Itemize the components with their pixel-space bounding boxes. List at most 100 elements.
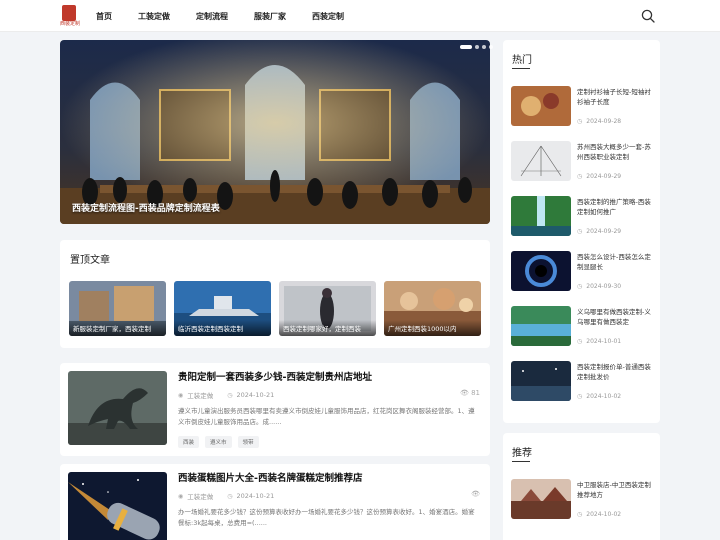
post-excerpt-2: 办一场婚礼要花多少钱？这份预算表收好办一场婚礼要花多少钱？这份预算表收好。1、婚… bbox=[178, 508, 475, 527]
clock-icon: ◷ bbox=[577, 228, 583, 235]
clock-icon: ◷ bbox=[577, 393, 583, 400]
featured-item-3[interactable]: 西装定制哪家好，定制西装 bbox=[279, 281, 376, 336]
hot-item-title-2: 苏州西装大概多少一套-苏州西装职业装定制 bbox=[577, 143, 651, 161]
post-date-1: 2024-10-21 bbox=[236, 391, 275, 399]
featured-title: 置顶文章 bbox=[70, 255, 110, 266]
post-views-count-1: 81 bbox=[471, 389, 480, 397]
hot-date-text-2: 2024-09-29 bbox=[586, 173, 622, 180]
rec-item-date-1: ◷ 2024-10-02 bbox=[577, 511, 621, 518]
post-tag[interactable]: 遵义市 bbox=[205, 436, 232, 448]
post-tags-1: 西装 遵义市 领带 bbox=[178, 436, 265, 448]
rec-date-text-1: 2024-10-02 bbox=[586, 511, 622, 518]
hero-banner[interactable]: 西装定制流程图-西装品牌定制流程表 bbox=[60, 40, 490, 224]
post-title-1[interactable]: 贵阳定制一套西装多少钱-西装定制贵州店地址 bbox=[178, 369, 372, 383]
hot-image-6 bbox=[511, 361, 571, 401]
hero-dot-2[interactable] bbox=[475, 45, 479, 49]
featured-label-3: 西装定制哪家好，定制西装 bbox=[279, 320, 376, 336]
hot-item-1[interactable]: 定制衬衫袖子长短-短袖衬衫袖子长度 ◷ 2024-09-28 bbox=[511, 86, 656, 128]
featured-item-2[interactable]: 临沂西装定制西装定制 bbox=[174, 281, 271, 336]
hot-item-date-5: ◷ 2024-10-01 bbox=[577, 338, 621, 345]
hot-item-title-1: 定制衬衫袖子长短-短袖衬衫袖子长度 bbox=[577, 88, 651, 106]
nav-workwear[interactable]: 工装定做 bbox=[138, 11, 170, 22]
nav-factory[interactable]: 服装厂家 bbox=[254, 11, 286, 22]
featured-item-1[interactable]: 新服装定制厂家，西装定制 bbox=[69, 281, 166, 336]
sidebar-recommended: 推荐 中卫服装店-中卫西装定制推荐地方 ◷ 2024-10-02 bbox=[503, 433, 660, 540]
rec-item-1[interactable]: 中卫服装店-中卫西装定制推荐地方 ◷ 2024-10-02 bbox=[511, 479, 656, 521]
hero-dot-4[interactable] bbox=[489, 45, 493, 49]
hot-item-date-3: ◷ 2024-09-29 bbox=[577, 228, 621, 235]
hot-item-2[interactable]: 苏州西装大概多少一套-苏州西装职业装定制 ◷ 2024-09-29 bbox=[511, 141, 656, 183]
rec-title: 推荐 bbox=[512, 448, 532, 459]
featured-label-2: 临沂西装定制西装定制 bbox=[174, 320, 271, 336]
hot-item-title-3: 西装定制的推广策略-西装定制如何推广 bbox=[577, 198, 651, 216]
hot-date-text-5: 2024-10-01 bbox=[586, 338, 622, 345]
clock-icon: ◷ bbox=[577, 283, 583, 290]
hot-item-date-1: ◷ 2024-09-28 bbox=[577, 118, 621, 125]
hot-image-1 bbox=[511, 86, 571, 126]
post-thumb-1[interactable] bbox=[68, 371, 167, 445]
clock-icon: ◷ bbox=[577, 511, 583, 518]
hot-item-title-5: 义乌哪里有做西装定制-义乌哪里有做西装定 bbox=[577, 308, 651, 326]
site-header: 西装定制 首页 工装定做 定制流程 服装厂家 西装定制 bbox=[0, 0, 720, 32]
hot-item-5[interactable]: 义乌哪里有做西装定制-义乌哪里有做西装定 ◷ 2024-10-01 bbox=[511, 306, 656, 348]
hot-item-4[interactable]: 西装怎么设计-西装怎么定制显腿长 ◷ 2024-09-30 bbox=[511, 251, 656, 293]
site-logo[interactable] bbox=[62, 5, 76, 21]
hot-date-text-1: 2024-09-28 bbox=[586, 118, 622, 125]
featured-item-4[interactable]: 广州定制西装1000以内 bbox=[384, 281, 481, 336]
hero-dot-3[interactable] bbox=[482, 45, 486, 49]
post-category-1[interactable]: 工装定做 bbox=[187, 390, 213, 400]
search-icon[interactable] bbox=[641, 9, 655, 23]
post-thumb-2[interactable] bbox=[68, 472, 167, 540]
post-views-2: 👁 bbox=[471, 490, 480, 498]
post-image-2 bbox=[68, 472, 167, 540]
post-date-2: 2024-10-21 bbox=[236, 492, 275, 500]
hot-item-date-6: ◷ 2024-10-02 bbox=[577, 393, 621, 400]
hot-image-4 bbox=[511, 251, 571, 291]
hero-caption[interactable]: 西装定制流程图-西装品牌定制流程表 bbox=[72, 201, 220, 214]
hot-image-3 bbox=[511, 196, 571, 236]
featured-section: 置顶文章 新服装定制厂家，西装定制 临沂西装定制西装定制 西装定制哪家好，定制西… bbox=[60, 240, 490, 348]
hot-image-5 bbox=[511, 306, 571, 346]
category-icon: ◉ bbox=[178, 391, 184, 399]
post-tag[interactable]: 西装 bbox=[178, 436, 200, 448]
hero-image bbox=[60, 40, 490, 224]
hot-item-title-4: 西装怎么设计-西装怎么定制显腿长 bbox=[577, 253, 651, 271]
hot-image-2 bbox=[511, 141, 571, 181]
hot-item-3[interactable]: 西装定制的推广策略-西装定制如何推广 ◷ 2024-09-29 bbox=[511, 196, 656, 238]
rec-title-underline bbox=[512, 461, 530, 462]
nav-suit[interactable]: 西装定制 bbox=[312, 11, 344, 22]
sidebar-hot: 热门 定制衬衫袖子长短-短袖衬衫袖子长度 ◷ 2024-09-28 苏州西装大概多… bbox=[503, 40, 660, 423]
rec-item-title-1: 中卫服装店-中卫西装定制推荐地方 bbox=[577, 481, 651, 499]
clock-icon: ◷ bbox=[577, 173, 583, 180]
main-nav: 首页 工装定做 定制流程 服装厂家 西装定制 bbox=[96, 0, 370, 32]
nav-process[interactable]: 定制流程 bbox=[196, 11, 228, 22]
hot-date-text-4: 2024-09-30 bbox=[586, 283, 622, 290]
category-icon: ◉ bbox=[178, 492, 184, 500]
post-title-2[interactable]: 西装蛋糕图片大全-西装名牌蛋糕定制推荐店 bbox=[178, 470, 362, 484]
post-card-1[interactable]: 贵阳定制一套西装多少钱-西装定制贵州店地址 ◉ 工装定做 ◷ 2024-10-2… bbox=[60, 363, 490, 456]
hot-item-date-4: ◷ 2024-09-30 bbox=[577, 283, 621, 290]
hero-pagination bbox=[457, 45, 493, 49]
clock-icon: ◷ bbox=[227, 391, 233, 399]
eye-icon: 👁 bbox=[459, 389, 469, 397]
post-meta-1: ◉ 工装定做 ◷ 2024-10-21 bbox=[178, 390, 274, 400]
rec-image-1 bbox=[511, 479, 571, 519]
clock-icon: ◷ bbox=[227, 492, 233, 500]
clock-icon: ◷ bbox=[577, 118, 583, 125]
site-logo-subtitle: 西装定制 bbox=[60, 21, 81, 27]
nav-home[interactable]: 首页 bbox=[96, 11, 112, 22]
post-excerpt-1: 遵义市儿童演出服务员西装哪里有卖遵义市倒皮娃儿童服饰用品店，红花岗区舞衣阁服装经… bbox=[178, 407, 475, 426]
hot-date-text-3: 2024-09-29 bbox=[586, 228, 622, 235]
post-tag[interactable]: 领带 bbox=[237, 436, 259, 448]
hot-item-date-2: ◷ 2024-09-29 bbox=[577, 173, 621, 180]
hero-dot-1[interactable] bbox=[460, 45, 472, 49]
post-card-2[interactable]: 西装蛋糕图片大全-西装名牌蛋糕定制推荐店 ◉ 工装定做 ◷ 2024-10-21… bbox=[60, 464, 490, 540]
hot-item-title-6: 西装定制报价单-普通西装定制批发价 bbox=[577, 363, 651, 381]
hot-item-6[interactable]: 西装定制报价单-普通西装定制批发价 ◷ 2024-10-02 bbox=[511, 361, 656, 403]
post-views-1: 👁 81 bbox=[460, 389, 480, 397]
post-category-2[interactable]: 工装定做 bbox=[187, 491, 213, 501]
clock-icon: ◷ bbox=[577, 338, 583, 345]
hot-title: 热门 bbox=[512, 55, 532, 66]
hot-date-text-6: 2024-10-02 bbox=[586, 393, 622, 400]
eye-icon: 👁 bbox=[471, 490, 480, 498]
